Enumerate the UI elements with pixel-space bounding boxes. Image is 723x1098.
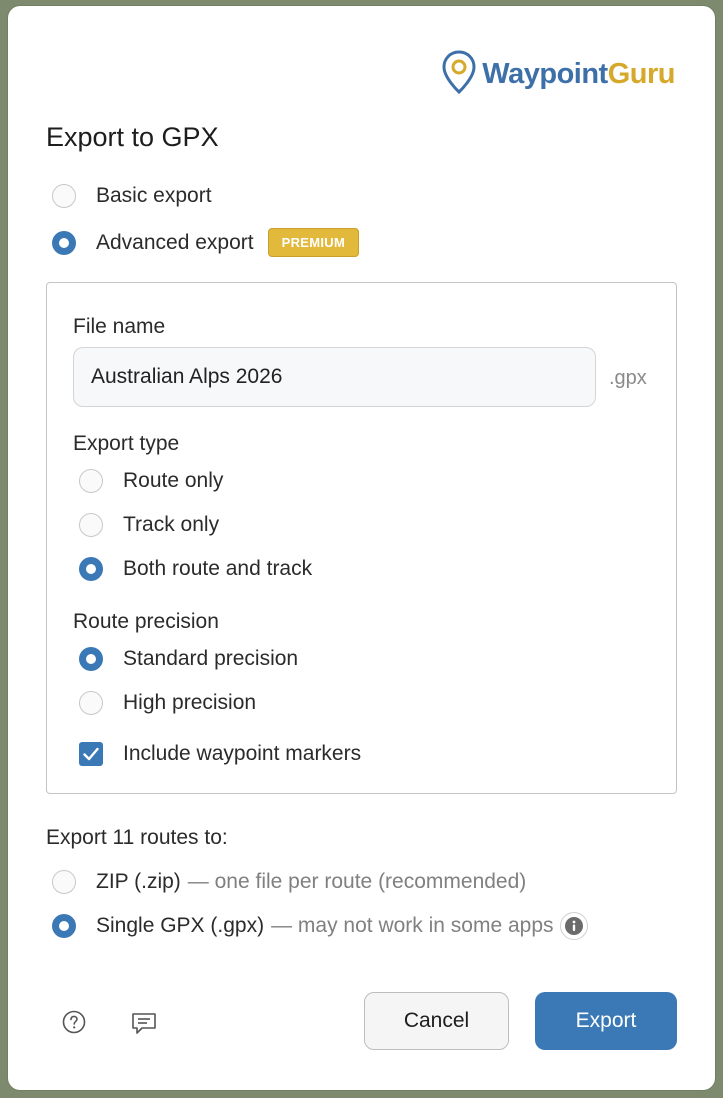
advanced-options-panel: File name .gpx Export type Route only Tr… (46, 282, 677, 794)
checkbox-label: Include waypoint markers (123, 742, 362, 765)
file-name-input[interactable] (73, 347, 596, 407)
radio-zip[interactable]: ZIP (.zip) — one file per route (recomme… (52, 870, 526, 894)
file-name-label: File name (73, 315, 166, 338)
radio-route-only[interactable]: Route only (79, 469, 223, 493)
radio-label: High precision (123, 691, 257, 714)
radio-high-precision[interactable]: High precision (79, 691, 256, 715)
radio-label: Basic export (96, 184, 212, 207)
radio-label: Route only (123, 469, 224, 492)
brand-logo: WaypointGuru (442, 50, 676, 99)
checkbox[interactable] (79, 742, 103, 766)
radio-button[interactable] (79, 691, 103, 715)
radio-label: Track only (123, 513, 220, 536)
cancel-button[interactable]: Cancel (364, 992, 509, 1050)
dialog-title: Export to GPX (46, 122, 219, 152)
route-precision-label: Route precision (73, 610, 219, 633)
radio-basic-export[interactable]: Basic export (52, 184, 212, 208)
export-dialog: WaypointGuru Export to GPX Basic export … (8, 6, 715, 1090)
brand-name: WaypointGuru (482, 58, 675, 91)
file-suffix: .gpx (609, 367, 647, 389)
radio-label: Both route and track (123, 557, 313, 580)
checkbox-waypoint-markers[interactable]: Include waypoint markers (79, 742, 361, 766)
feedback-icon[interactable] (131, 1011, 157, 1040)
radio-label: Advanced export (96, 230, 254, 254)
brand-name-part1: Waypoint (482, 58, 608, 90)
radio-button[interactable] (52, 870, 76, 894)
info-icon[interactable] (559, 912, 588, 940)
checkmark-icon (83, 747, 99, 761)
export-button[interactable]: Export (535, 992, 677, 1050)
radio-label: Single GPX (.gpx) (96, 914, 265, 937)
brand-name-part2: Guru (607, 58, 676, 90)
radio-standard-precision[interactable]: Standard precision (79, 647, 298, 671)
export-type-label: Export type (73, 432, 180, 455)
premium-badge: PREMIUM (267, 228, 360, 257)
radio-button[interactable] (79, 557, 103, 581)
help-icon[interactable] (62, 1010, 86, 1039)
radio-both-route-track[interactable]: Both route and track (79, 557, 312, 581)
radio-label: ZIP (.zip) (96, 870, 181, 893)
map-pin-icon (442, 50, 476, 99)
radio-button[interactable] (79, 513, 103, 537)
radio-label: Standard precision (123, 647, 299, 670)
radio-hint: — one file per route (recommended) (187, 870, 527, 893)
radio-advanced-export[interactable]: Advanced export PREMIUM (52, 228, 360, 257)
radio-button[interactable] (52, 184, 76, 208)
radio-button[interactable] (52, 230, 76, 255)
radio-button[interactable] (79, 469, 103, 493)
export-destination-label: Export 11 routes to: (46, 826, 228, 849)
radio-button[interactable] (52, 914, 76, 938)
radio-hint: — may not work in some apps (271, 914, 554, 937)
radio-track-only[interactable]: Track only (79, 513, 219, 537)
radio-single-gpx[interactable]: Single GPX (.gpx) — may not work in some… (52, 912, 588, 940)
radio-button[interactable] (79, 647, 103, 671)
